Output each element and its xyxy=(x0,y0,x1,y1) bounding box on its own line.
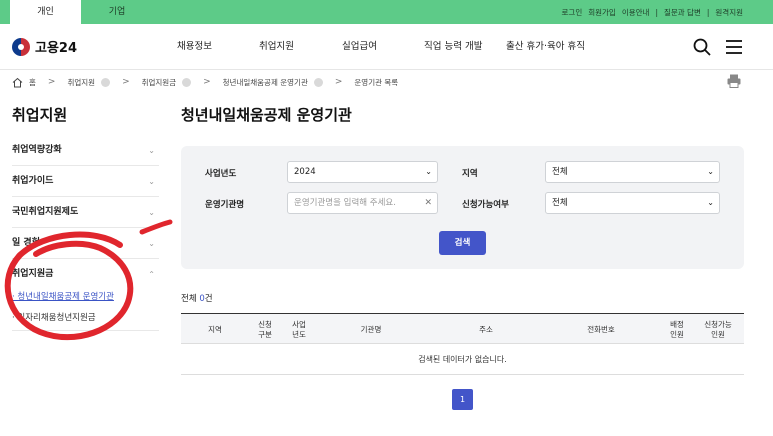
clear-icon[interactable]: ✕ xyxy=(424,193,432,213)
home-icon xyxy=(12,77,23,87)
result-count-prefix: 전체 xyxy=(181,294,200,304)
year-select[interactable]: 2024 ⌄ xyxy=(287,161,438,183)
sidebar-item-capability[interactable]: 취업역량강화 ⌄ xyxy=(12,135,159,166)
logo-text: 고용24 xyxy=(35,41,78,56)
year-label: 사업년도 xyxy=(205,169,237,179)
remote-support-link[interactable]: 원격지원 xyxy=(715,7,743,18)
taegeuk-logo-icon xyxy=(12,37,30,56)
link-separator: | xyxy=(655,7,658,17)
column-header-apply-type: 신청 구분 xyxy=(258,319,272,339)
column-header-available: 신청가능 인원 xyxy=(704,319,732,339)
login-link[interactable]: 로그인 xyxy=(562,7,583,18)
column-header-phone: 전화번호 xyxy=(587,324,615,334)
apply-availability-select[interactable]: 전체 ⌄ xyxy=(545,192,720,214)
sidebar-item-guide[interactable]: 취업가이드 ⌄ xyxy=(12,166,159,197)
site-logo[interactable]: 고용24 xyxy=(12,37,77,56)
result-count-suffix: 건 xyxy=(204,294,213,304)
chevron-down-icon: ⌄ xyxy=(148,208,155,217)
tab-personal[interactable]: 개인 xyxy=(10,0,81,24)
utility-links: 로그인 회원가입 이용안내 | 질문과 답변 | 원격지원 xyxy=(562,0,743,24)
column-header-region: 지역 xyxy=(208,324,222,334)
org-name-input[interactable]: 운영기관명을 입력해 주세요. ✕ xyxy=(287,192,438,214)
column-header-assigned: 배정 인원 xyxy=(670,319,684,339)
breadcrumb-separator: > xyxy=(122,77,130,87)
column-header-year: 사업 년도 xyxy=(292,319,306,339)
sidebar-item-label: 일 경험 xyxy=(12,238,40,248)
breadcrumb-dropdown-icon[interactable] xyxy=(313,77,323,87)
utility-bar: 개인 기업 로그인 회원가입 이용안내 | 질문과 답변 | 원격지원 xyxy=(0,0,773,24)
search-button[interactable]: 검색 xyxy=(439,231,486,255)
chevron-down-icon: ⌄ xyxy=(707,167,714,176)
breadcrumb-separator: > xyxy=(203,77,211,87)
chevron-up-icon: ⌃ xyxy=(148,270,155,279)
sidebar-item-label: 국민취업지원제도 xyxy=(12,207,79,217)
region-select[interactable]: 전체 ⌄ xyxy=(545,161,720,183)
tab-business[interactable]: 기업 xyxy=(81,0,153,24)
menu-icon[interactable] xyxy=(724,37,744,57)
signup-link[interactable]: 회원가입 xyxy=(588,7,616,18)
column-header-address: 주소 xyxy=(479,324,493,334)
pagination-page-1[interactable]: 1 xyxy=(452,389,473,410)
breadcrumb-operating-orgs[interactable]: 청년내일채움공제 운영기관 xyxy=(223,77,308,88)
chevron-down-icon: ⌄ xyxy=(707,198,714,207)
org-name-placeholder: 운영기관명을 입력해 주세요. xyxy=(294,198,396,208)
column-header-org-name: 기관명 xyxy=(360,324,382,334)
search-icon[interactable] xyxy=(692,37,712,57)
sidebar-item-support-fund[interactable]: 취업지원금 ⌃ xyxy=(12,259,159,290)
region-label: 지역 xyxy=(462,169,478,179)
org-name-label: 운영기관명 xyxy=(205,200,245,210)
breadcrumb-employment-support[interactable]: 취업지원 xyxy=(67,77,95,88)
apply-availability-value: 전체 xyxy=(552,198,568,208)
table-header: 지역 신청 구분 사업 년도 기관명 주소 전화번호 배정 인원 신청가능 인원 xyxy=(181,313,744,344)
empty-table-message: 검색된 데이터가 없습니다. xyxy=(181,344,744,375)
sidebar-item-label: 취업역량강화 xyxy=(12,145,62,155)
divider xyxy=(12,330,159,331)
nav-vocational-training[interactable]: 직업 능력 개발 xyxy=(424,24,482,70)
sidebar-sub-item-youth-fund[interactable]: · 일자리채움청년지원금 xyxy=(12,311,96,323)
chevron-down-icon: ⌄ xyxy=(425,167,432,176)
result-count: 전체 0건 xyxy=(181,292,213,304)
breadcrumb-current: 운영기관 목록 xyxy=(354,77,399,87)
breadcrumb-dropdown-icon[interactable] xyxy=(182,77,192,87)
sidebar-title: 취업지원 xyxy=(12,106,68,124)
breadcrumb-separator: > xyxy=(47,77,56,87)
chevron-down-icon: ⌄ xyxy=(148,177,155,186)
sidebar-item-work-experience[interactable]: 일 경험 ⌄ xyxy=(12,228,159,259)
print-icon[interactable] xyxy=(726,73,742,89)
region-select-value: 전체 xyxy=(552,167,568,177)
breadcrumb: 홈 > 취업지원 > 취업지원금 > 청년내일채움공제 운영기관 > 운영기관 … xyxy=(12,73,398,91)
site-header: 고용24 채용정보 취업지원 실업급여 직업 능력 개발 출산 휴가·육아 휴직 xyxy=(0,24,773,70)
chevron-down-icon: ⌄ xyxy=(148,146,155,155)
breadcrumb-support-fund[interactable]: 취업지원금 xyxy=(142,77,177,88)
breadcrumb-home[interactable]: 홈 xyxy=(29,77,36,88)
nav-job-info[interactable]: 채용정보 xyxy=(177,24,212,70)
sidebar-sub-item-operating-orgs[interactable]: · 청년내일채움공제 운영기관 xyxy=(12,290,114,302)
link-separator: | xyxy=(706,7,710,17)
apply-availability-label: 신청가능여부 xyxy=(462,200,509,210)
breadcrumb-separator: > xyxy=(334,77,343,87)
sidebar-item-national-support[interactable]: 국민취업지원제도 ⌄ xyxy=(12,197,159,228)
guide-link[interactable]: 이용안내 xyxy=(622,7,650,18)
page-title: 청년내일채움공제 운영기관 xyxy=(181,106,352,124)
nav-unemployment-benefit[interactable]: 실업급여 xyxy=(342,24,377,70)
qna-link[interactable]: 질문과 답변 xyxy=(664,7,701,18)
nav-employment-support[interactable]: 취업지원 xyxy=(259,24,294,70)
nav-maternity-leave[interactable]: 출산 휴가·육아 휴직 xyxy=(506,24,585,70)
sidebar-item-label: 취업가이드 xyxy=(12,176,54,186)
breadcrumb-dropdown-icon[interactable] xyxy=(101,77,111,87)
sidebar-item-label: 취업지원금 xyxy=(12,269,54,279)
year-select-value: 2024 xyxy=(294,167,316,177)
chevron-down-icon: ⌄ xyxy=(148,239,155,248)
